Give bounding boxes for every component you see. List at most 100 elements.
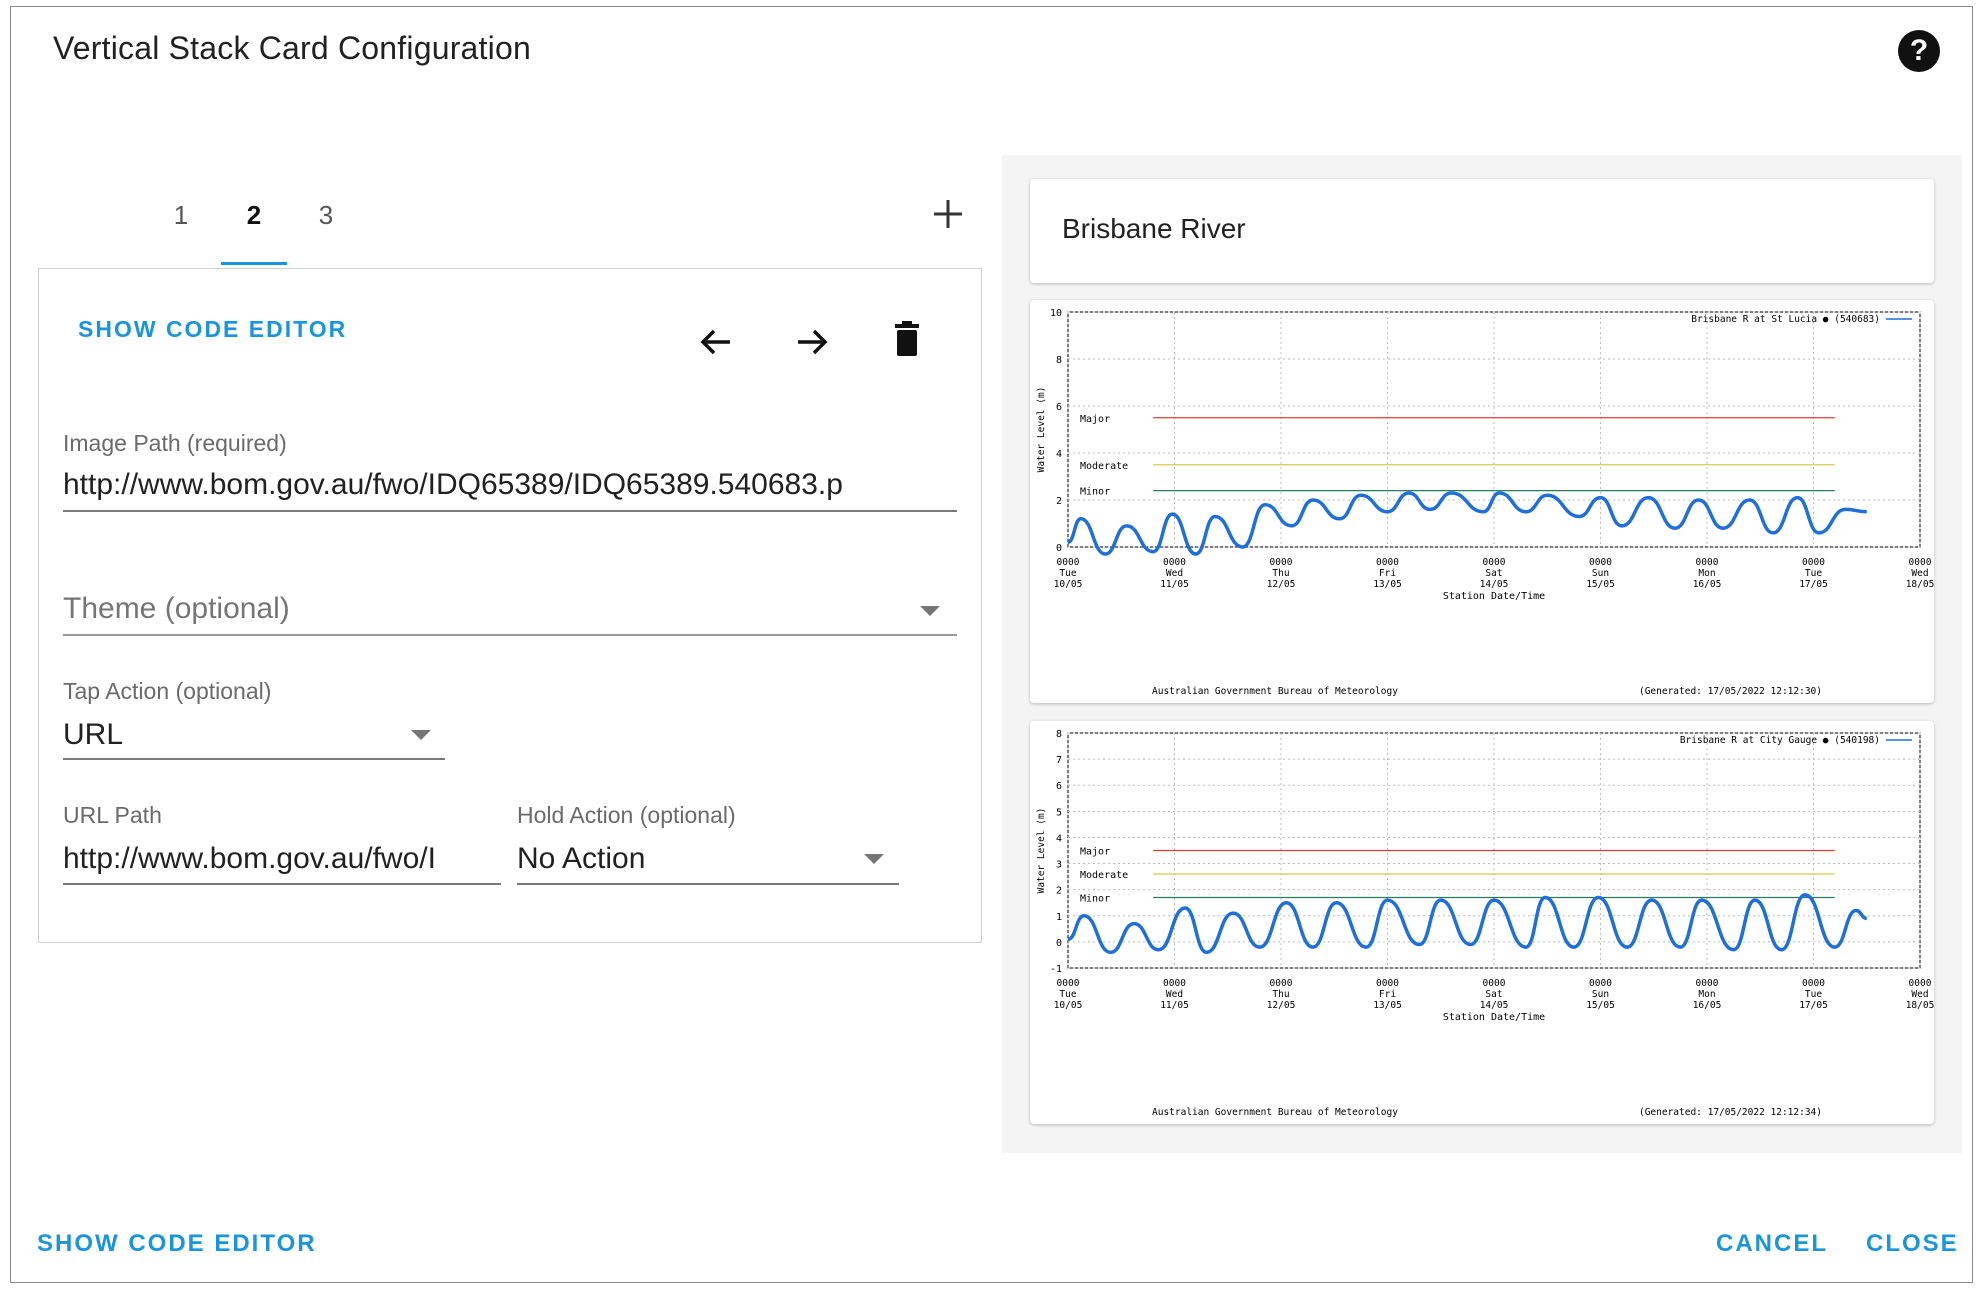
picture-card-2[interactable]: -1 0 1 2 3 4 5 6 7 8 0000 Tue 10/05 0000 Wed 11/05 0000 T…: [1030, 721, 1934, 1124]
x-tick-label: 14/05: [1480, 1000, 1509, 1011]
tab-3[interactable]: 3: [296, 200, 356, 231]
hold-action-label: Hold Action (optional): [517, 802, 736, 828]
x-tick-label: Thu: [1272, 989, 1289, 1000]
x-tick-label: Tue: [1059, 568, 1076, 579]
entities-card: Brisbane River: [1030, 179, 1934, 283]
arrow-left-icon[interactable]: [696, 322, 736, 362]
series-line: [1067, 491, 1867, 556]
x-tick-label: Mon: [1698, 989, 1715, 1000]
x-tick-label: 14/05: [1480, 579, 1509, 590]
url-path-underline: [63, 883, 501, 885]
hold-action-select[interactable]: No Action: [517, 842, 847, 876]
url-path-label: URL Path: [63, 802, 162, 828]
x-tick-label: 0000: [1270, 557, 1293, 568]
image-path-input[interactable]: http://www.bom.gov.au/fwo/IDQ65389/IDQ65…: [63, 468, 957, 502]
show-code-editor-button[interactable]: SHOW CODE EDITOR: [78, 316, 347, 343]
x-tick-label: 0000: [1589, 978, 1612, 989]
x-tick-label: Wed: [1166, 568, 1183, 579]
x-tick-label: 0000: [1802, 978, 1825, 989]
chevron-down-icon[interactable]: [864, 854, 884, 864]
chart-st-lucia: 02468100000Tue10/050000Wed11/050000Thu12…: [1036, 308, 1934, 697]
chevron-down-icon[interactable]: [411, 730, 431, 740]
y-tick-label: 4: [1056, 449, 1062, 460]
tap-action-underline: [63, 758, 445, 760]
x-tick-label: 0000: [1376, 978, 1399, 989]
chart-city-gauge: -10123456780000Tue10/050000Wed11/050000T…: [1036, 729, 1934, 1118]
y-tick-label: 8: [1056, 355, 1062, 366]
y-axis-label: Water Level (m): [1036, 387, 1047, 473]
y-tick-label: 2: [1056, 496, 1062, 507]
x-tick-label: 18/05: [1906, 1000, 1934, 1011]
x-tick-label: Sun: [1592, 989, 1609, 1000]
url-path-input[interactable]: http://www.bom.gov.au/fwo/I: [63, 842, 501, 876]
tab-2[interactable]: 2: [224, 200, 284, 231]
legend-label: Brisbane R at City Gauge ● (540198): [1680, 735, 1880, 746]
theme-underline: [63, 634, 957, 636]
x-tick-label: Wed: [1166, 989, 1183, 1000]
x-tick-label: 10/05: [1054, 1000, 1083, 1011]
footer-show-code-editor-button[interactable]: SHOW CODE EDITOR: [37, 1230, 317, 1258]
picture-card-1[interactable]: 0 2 4 6 8 10 0000 Tue 10/05 0000 Wed 11/05 0000 Thu 12…: [1030, 300, 1934, 703]
y-tick-label: 10: [1050, 308, 1062, 319]
threshold-label-minor: Minor: [1080, 894, 1110, 905]
x-tick-label: 0000: [1589, 557, 1612, 568]
help-icon[interactable]: ?: [1898, 30, 1940, 72]
x-tick-label: 15/05: [1586, 1000, 1615, 1011]
tab-1[interactable]: 1: [151, 200, 211, 231]
x-tick-label: 0000: [1483, 557, 1506, 568]
x-tick-label: Wed: [1911, 989, 1928, 1000]
x-tick-label: 11/05: [1160, 579, 1189, 590]
chart-footer-right: (Generated: 17/05/2022 12:12:34): [1639, 1107, 1822, 1118]
theme-select[interactable]: Theme (optional): [63, 592, 863, 626]
x-tick-label: 0000: [1057, 557, 1080, 568]
x-tick-label: 0000: [1696, 557, 1719, 568]
y-tick-label: 0: [1056, 543, 1062, 554]
x-tick-label: Tue: [1805, 989, 1822, 1000]
x-tick-label: Tue: [1059, 989, 1076, 1000]
x-tick-label: 0000: [1909, 978, 1932, 989]
threshold-label-major: Major: [1080, 414, 1110, 425]
x-tick-label: 10/05: [1054, 579, 1083, 590]
x-tick-label: Fri: [1379, 568, 1396, 579]
y-tick-label: 4: [1056, 833, 1062, 844]
x-tick-label: 0000: [1376, 557, 1399, 568]
add-icon[interactable]: [932, 198, 964, 230]
delete-icon[interactable]: [887, 320, 927, 360]
x-tick-label: 12/05: [1267, 1000, 1296, 1011]
image-path-label: Image Path (required): [63, 430, 287, 456]
x-tick-label: 17/05: [1799, 579, 1828, 590]
y-tick-label: 3: [1056, 860, 1062, 871]
y-tick-label: 6: [1056, 781, 1062, 792]
x-tick-label: Sat: [1485, 989, 1502, 1000]
tap-action-label: Tap Action (optional): [63, 678, 272, 704]
active-tab-indicator: [221, 262, 287, 265]
y-tick-label: 1: [1056, 912, 1062, 923]
chevron-down-icon[interactable]: [920, 606, 940, 616]
y-tick-label: 8: [1056, 729, 1062, 740]
x-tick-label: 0000: [1483, 978, 1506, 989]
chart-footer-left: Australian Government Bureau of Meteorol…: [1152, 1107, 1398, 1118]
hold-action-underline: [517, 883, 899, 885]
tap-action-select[interactable]: URL: [63, 718, 363, 752]
dialog-title: Vertical Stack Card Configuration: [53, 30, 531, 66]
close-button[interactable]: CLOSE: [1866, 1230, 1959, 1258]
card-title: Brisbane River: [1062, 213, 1246, 244]
x-tick-label: 15/05: [1586, 579, 1615, 590]
y-tick-label: -1: [1050, 964, 1062, 975]
arrow-right-icon[interactable]: [792, 322, 832, 362]
cancel-button[interactable]: CANCEL: [1716, 1230, 1828, 1258]
x-tick-label: Sun: [1592, 568, 1609, 579]
y-tick-label: 6: [1056, 402, 1062, 413]
x-tick-label: 13/05: [1373, 1000, 1402, 1011]
x-tick-label: Thu: [1272, 568, 1289, 579]
legend-label: Brisbane R at St Lucia ● (540683): [1691, 314, 1880, 325]
x-axis-label: Station Date/Time: [1443, 1012, 1545, 1023]
x-tick-label: 17/05: [1799, 1000, 1828, 1011]
x-tick-label: 16/05: [1693, 1000, 1722, 1011]
x-tick-label: 11/05: [1160, 1000, 1189, 1011]
threshold-label-major: Major: [1080, 847, 1110, 858]
threshold-label-minor: Minor: [1080, 487, 1110, 498]
chart-footer-left: Australian Government Bureau of Meteorol…: [1152, 686, 1398, 697]
y-tick-label: 0: [1056, 938, 1062, 949]
x-tick-label: Tue: [1805, 568, 1822, 579]
